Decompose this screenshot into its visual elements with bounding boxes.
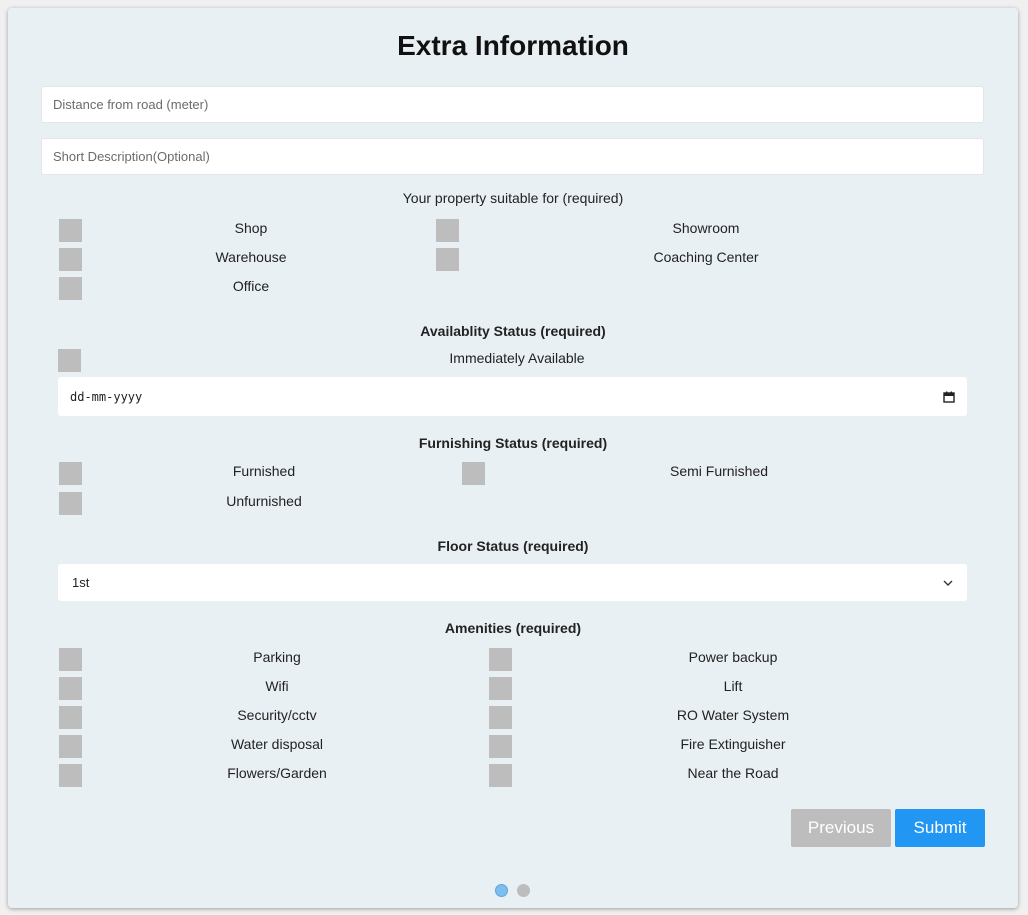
label-immediately-available: Immediately Available [449,350,585,366]
label-showroom: Showroom [672,220,740,236]
label-unfurnished: Unfurnished [226,493,302,509]
checkbox-wifi[interactable] [59,677,82,700]
step-dot-inactive [517,884,530,897]
furnishing-title: Furnishing Status (required) [418,435,608,451]
checkbox-furnished[interactable] [59,462,82,485]
checkbox-semi-furnished[interactable] [462,462,485,485]
label-near-the-road: Near the Road [687,765,779,781]
label-flowers-garden: Flowers/Garden [227,765,327,781]
label-warehouse: Warehouse [215,249,287,265]
checkbox-flowers-garden[interactable] [59,764,82,787]
label-ro-water-system: RO Water System [676,707,790,723]
calendar-icon[interactable] [943,391,955,403]
availability-title: Availablity Status (required) [420,323,606,339]
floor-select[interactable]: 1st [58,564,967,601]
checkbox-warehouse[interactable] [59,248,82,271]
step-dot-active [495,884,508,897]
checkbox-showroom[interactable] [436,219,459,242]
label-power-backup: Power backup [688,649,778,665]
submit-button[interactable]: Submit [895,809,985,847]
label-semi-furnished: Semi Furnished [669,463,769,479]
checkbox-power-backup[interactable] [489,648,512,671]
amenities-title: Amenities (required) [444,620,582,636]
checkbox-shop[interactable] [59,219,82,242]
checkbox-ro-water-system[interactable] [489,706,512,729]
label-parking: Parking [253,649,301,665]
label-furnished: Furnished [232,463,296,479]
description-input[interactable] [41,138,984,175]
form-card: Extra Information Your property suitable… [8,8,1018,908]
checkbox-parking[interactable] [59,648,82,671]
suitable-title: Your property suitable for (required) [402,190,624,206]
checkbox-near-the-road[interactable] [489,764,512,787]
label-shop: Shop [234,220,268,236]
label-coaching-center: Coaching Center [653,249,759,265]
checkbox-fire-extinguisher[interactable] [489,735,512,758]
checkbox-office[interactable] [59,277,82,300]
label-wifi: Wifi [265,678,289,694]
distance-input[interactable] [41,86,984,123]
page-title: Extra Information [397,30,629,61]
checkbox-immediately-available[interactable] [58,349,81,372]
checkbox-water-disposal[interactable] [59,735,82,758]
date-placeholder: dd-mm-yyyy [70,389,143,404]
chevron-down-icon [943,580,953,586]
label-security-cctv: Security/cctv [237,707,317,723]
label-water-disposal: Water disposal [230,736,324,752]
floor-title: Floor Status (required) [437,538,589,554]
floor-select-value: 1st [72,575,90,590]
previous-button[interactable]: Previous [791,809,891,847]
availability-date-input[interactable]: dd-mm-yyyy [58,377,967,416]
checkbox-coaching-center[interactable] [436,248,459,271]
label-lift: Lift [723,678,743,694]
label-office: Office [232,278,270,294]
label-fire-extinguisher: Fire Extinguisher [680,736,786,752]
checkbox-security-cctv[interactable] [59,706,82,729]
checkbox-lift[interactable] [489,677,512,700]
checkbox-unfurnished[interactable] [59,492,82,515]
